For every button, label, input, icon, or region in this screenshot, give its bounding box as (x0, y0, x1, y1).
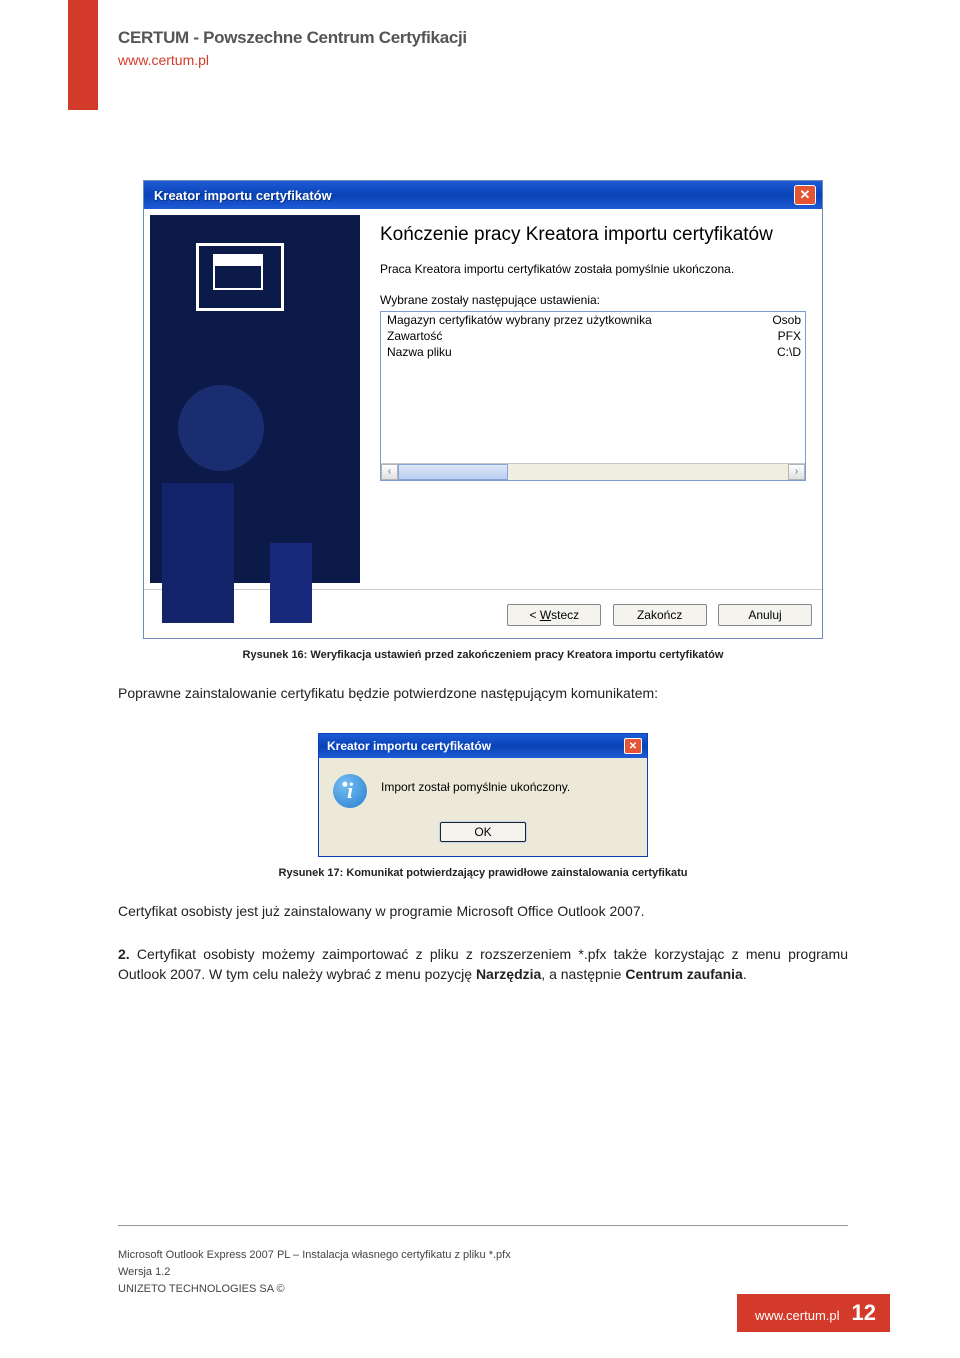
list-number: 2. (118, 946, 130, 962)
wizard-side-banner (150, 215, 360, 583)
menu-name: Narzędzia (476, 966, 541, 982)
page-number-box: www.certum.pl 12 (737, 1294, 890, 1332)
close-icon[interactable]: ✕ (794, 185, 816, 205)
dialog-message: Import został pomyślnie ukończony. (381, 774, 570, 794)
wizard-settings-list: Magazyn certyfikatów wybrany przez użytk… (380, 311, 806, 481)
wizard-title: Kreator importu certyfikatów (154, 188, 332, 203)
certificate-icon (196, 243, 284, 311)
paragraph: 2. Certyfikat osobisty możemy zaimportow… (118, 944, 848, 985)
figure-caption-16: Rysunek 16: Weryfikacja ustawień przed z… (118, 649, 848, 661)
footer-url: www.certum.pl (755, 1308, 840, 1323)
wizard-settings-label: Wybrane zostały następujące ustawienia: (380, 293, 806, 307)
horizontal-scrollbar[interactable]: ‹ › (381, 463, 805, 480)
footer-line: UNIZETO TECHNOLOGIES SA © (118, 1281, 511, 1298)
info-icon: i (333, 774, 367, 808)
back-button[interactable]: < Wstecz (507, 604, 601, 626)
setting-value: Osob (753, 312, 805, 328)
close-icon[interactable]: ✕ (624, 738, 642, 754)
setting-key: Zawartość (381, 328, 753, 344)
wizard-titlebar: Kreator importu certyfikatów ✕ (144, 181, 822, 209)
setting-value: C:\D (753, 344, 805, 360)
scroll-thumb[interactable] (398, 464, 508, 480)
header-title: CERTUM - Powszechne Centrum Certyfikacji (118, 28, 467, 48)
scroll-left-icon[interactable]: ‹ (381, 464, 398, 480)
wizard-heading: Kończenie pracy Kreatora importu certyfi… (380, 223, 806, 247)
scroll-track[interactable] (398, 464, 788, 480)
table-row: Nazwa pliku C:\D (381, 344, 805, 360)
wizard-main: Kończenie pracy Kreatora importu certyfi… (366, 209, 822, 589)
header-url: www.certum.pl (118, 52, 467, 68)
wizard-body: Kończenie pracy Kreatora importu certyfi… (144, 209, 822, 589)
finish-button[interactable]: Zakończ (613, 604, 707, 626)
footer-divider (118, 1225, 848, 1226)
page-header: CERTUM - Powszechne Centrum Certyfikacji… (118, 28, 467, 68)
wizard-description: Praca Kreatora importu certyfikatów zost… (380, 261, 806, 277)
figure-caption-17: Rysunek 17: Komunikat potwierdzający pra… (118, 867, 848, 879)
dialog-buttons: OK (319, 822, 647, 856)
page-number: 12 (852, 1300, 876, 1326)
dialog-title: Kreator importu certyfikatów (327, 739, 491, 753)
menu-name: Centrum zaufania (625, 966, 742, 982)
setting-key: Nazwa pliku (381, 344, 753, 360)
ok-button[interactable]: OK (440, 822, 526, 842)
paragraph: Certyfikat osobisty jest już zainstalowa… (118, 901, 848, 921)
wizard-window: Kreator importu certyfikatów ✕ Kończenie… (143, 180, 823, 639)
scroll-right-icon[interactable]: › (788, 464, 805, 480)
header-red-bar (68, 0, 98, 110)
confirm-dialog: Kreator importu certyfikatów ✕ i Import … (318, 733, 648, 857)
table-row: Magazyn certyfikatów wybrany przez użytk… (381, 312, 805, 328)
wizard-footer: < Wstecz Zakończ Anuluj (144, 589, 822, 638)
page-footer: Microsoft Outlook Express 2007 PL – Inst… (118, 1247, 511, 1298)
footer-line: Wersja 1.2 (118, 1264, 511, 1281)
cancel-button[interactable]: Anuluj (718, 604, 812, 626)
dialog-body: i Import został pomyślnie ukończony. (319, 758, 647, 822)
dialog-titlebar: Kreator importu certyfikatów ✕ (319, 734, 647, 758)
paragraph: Poprawne zainstalowanie certyfikatu będz… (118, 683, 848, 703)
footer-line: Microsoft Outlook Express 2007 PL – Inst… (118, 1247, 511, 1264)
table-row: Zawartość PFX (381, 328, 805, 344)
setting-value: PFX (753, 328, 805, 344)
setting-key: Magazyn certyfikatów wybrany przez użytk… (381, 312, 753, 328)
page-content: Kreator importu certyfikatów ✕ Kończenie… (118, 180, 848, 984)
